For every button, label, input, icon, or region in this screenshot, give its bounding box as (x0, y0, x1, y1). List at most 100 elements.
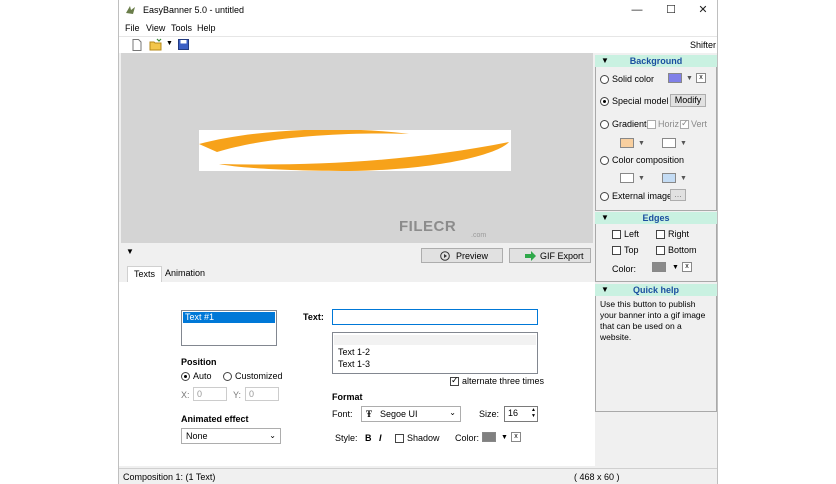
text-color-clear-button[interactable]: x (511, 432, 521, 442)
position-customized-label: Customized (235, 371, 283, 381)
tab-texts[interactable]: Texts (127, 266, 163, 282)
solid-color-radio[interactable] (600, 75, 609, 84)
text-list[interactable]: Text #1 (181, 310, 277, 346)
list-item[interactable]: Text #1 (183, 312, 275, 323)
font-value: Segoe UI (380, 409, 418, 419)
watermark-brand: FILECR (399, 218, 457, 235)
animated-effect-select[interactable]: None ⌄ (181, 428, 281, 444)
position-heading: Position (181, 357, 217, 367)
open-folder-icon[interactable] (149, 38, 163, 51)
font-type-icon: Ŧ (366, 409, 373, 419)
background-section-header[interactable]: ▼ Background (595, 55, 717, 67)
shadow-checkbox[interactable] (395, 434, 404, 443)
external-image-browse-button[interactable]: ... (670, 189, 686, 201)
position-customized-radio[interactable] (223, 372, 232, 381)
special-model-label: Special model (612, 96, 669, 106)
banner-preview[interactable] (199, 130, 511, 171)
minimize-button[interactable]: — (621, 0, 653, 20)
edge-left-label: Left (624, 229, 640, 239)
text-input[interactable] (332, 309, 538, 325)
menu-view[interactable]: View (146, 23, 165, 33)
edge-right-checkbox[interactable] (656, 230, 665, 239)
tab-animation[interactable]: Animation (159, 266, 211, 282)
italic-button[interactable]: I (379, 433, 382, 443)
x-input[interactable]: 0 (193, 387, 227, 401)
toolbar: ▼ Shifter (119, 37, 717, 53)
gradient-start-swatch[interactable] (620, 138, 634, 148)
collapse-arrow-icon[interactable]: ▼ (601, 55, 609, 67)
collapse-arrow-icon[interactable]: ▼ (601, 212, 609, 224)
list-item[interactable]: Text 1-3 (338, 359, 370, 369)
external-image-label: External image (612, 191, 673, 201)
preview-button-label: Preview (456, 251, 489, 261)
background-section-body: Solid color ▼ x Special model Modify Gra… (595, 67, 717, 211)
gradient-radio[interactable] (600, 120, 609, 129)
chevron-down-icon[interactable]: ▼ (638, 140, 645, 147)
style-label: Style: (335, 433, 358, 443)
horiz-label: Horiz (658, 119, 680, 129)
edge-bottom-label: Bottom (668, 245, 697, 255)
collapse-arrow-icon[interactable]: ▼ (601, 284, 609, 296)
edge-top-checkbox[interactable] (612, 246, 621, 255)
status-composition: Composition 1: (1 Text) (123, 472, 216, 482)
chevron-down-icon[interactable]: ▼ (638, 175, 645, 182)
menu-file[interactable]: File (125, 23, 140, 33)
y-input[interactable]: 0 (245, 387, 279, 401)
composition-end-swatch[interactable] (662, 173, 676, 183)
banner-swoosh-graphic (199, 130, 509, 171)
menu-tools[interactable]: Tools (171, 23, 192, 33)
position-auto-radio[interactable] (181, 372, 190, 381)
modify-button[interactable]: Modify (670, 94, 706, 107)
new-file-icon[interactable] (132, 39, 142, 51)
list-item[interactable]: Text 1-2 (338, 347, 370, 357)
vert-label: Vert (691, 119, 708, 129)
solid-color-clear-button[interactable]: x (696, 73, 706, 83)
special-model-radio[interactable] (600, 97, 609, 106)
edges-section-header[interactable]: ▼ Edges (595, 212, 717, 224)
chevron-down-icon[interactable]: ▼ (680, 175, 687, 182)
edge-left-checkbox[interactable] (612, 230, 621, 239)
alternate-checkbox[interactable] (450, 375, 459, 386)
menu-shifter[interactable]: Shifter (690, 40, 716, 50)
composition-start-swatch[interactable] (620, 173, 634, 183)
menu-help[interactable]: Help (197, 23, 216, 33)
solid-color-swatch[interactable] (668, 73, 682, 83)
gradient-end-swatch[interactable] (662, 138, 676, 148)
edge-color-clear-button[interactable]: x (682, 262, 692, 272)
edge-color-swatch[interactable] (652, 262, 666, 272)
chevron-down-icon[interactable]: ▼ (686, 75, 693, 82)
chevron-down-icon: ⌄ (449, 408, 456, 417)
collapse-panel-arrow-icon[interactable]: ▼ (126, 247, 134, 256)
gif-export-button-label: GIF Export (540, 251, 584, 261)
open-dropdown-arrow-icon[interactable]: ▼ (166, 40, 173, 47)
text-color-swatch[interactable] (482, 432, 496, 442)
preview-button[interactable]: Preview (421, 248, 503, 263)
tabs-row: Texts Animation (119, 266, 595, 282)
size-label: Size: (479, 409, 500, 419)
quick-help-section-header[interactable]: ▼ Quick help (595, 284, 717, 296)
spinner-arrows-icon[interactable]: ▲ ▼ (531, 407, 536, 419)
quick-help-section-body: Use this button to publish your banner i… (595, 296, 717, 412)
size-input[interactable]: 16 ▲ ▼ (504, 406, 538, 422)
chevron-down-icon[interactable]: ▼ (680, 140, 687, 147)
close-button[interactable]: ✕ (687, 0, 717, 20)
list-item[interactable] (334, 335, 536, 345)
edge-bottom-checkbox[interactable] (656, 246, 665, 255)
maximize-button[interactable]: ☐ (655, 0, 687, 20)
color-composition-radio[interactable] (600, 156, 609, 165)
font-select[interactable]: Ŧ Segoe UI ⌄ (361, 406, 461, 422)
bold-button[interactable]: B (365, 433, 372, 443)
text-lines-list[interactable]: Text 1-2 Text 1-3 (332, 332, 538, 374)
gradient-label: Gradient (612, 119, 647, 129)
edge-right-label: Right (668, 229, 690, 239)
menu-bar: File View Tools Help (119, 21, 717, 37)
external-image-radio[interactable] (600, 192, 609, 201)
vert-checkbox[interactable] (680, 118, 689, 129)
gif-export-icon (525, 251, 536, 261)
chevron-down-icon[interactable]: ▼ (501, 434, 508, 441)
save-icon[interactable] (178, 39, 189, 50)
watermark-domain: .com (471, 232, 487, 239)
chevron-down-icon[interactable]: ▼ (672, 264, 679, 271)
gif-export-button[interactable]: GIF Export (509, 248, 591, 263)
horiz-checkbox[interactable] (647, 120, 656, 129)
